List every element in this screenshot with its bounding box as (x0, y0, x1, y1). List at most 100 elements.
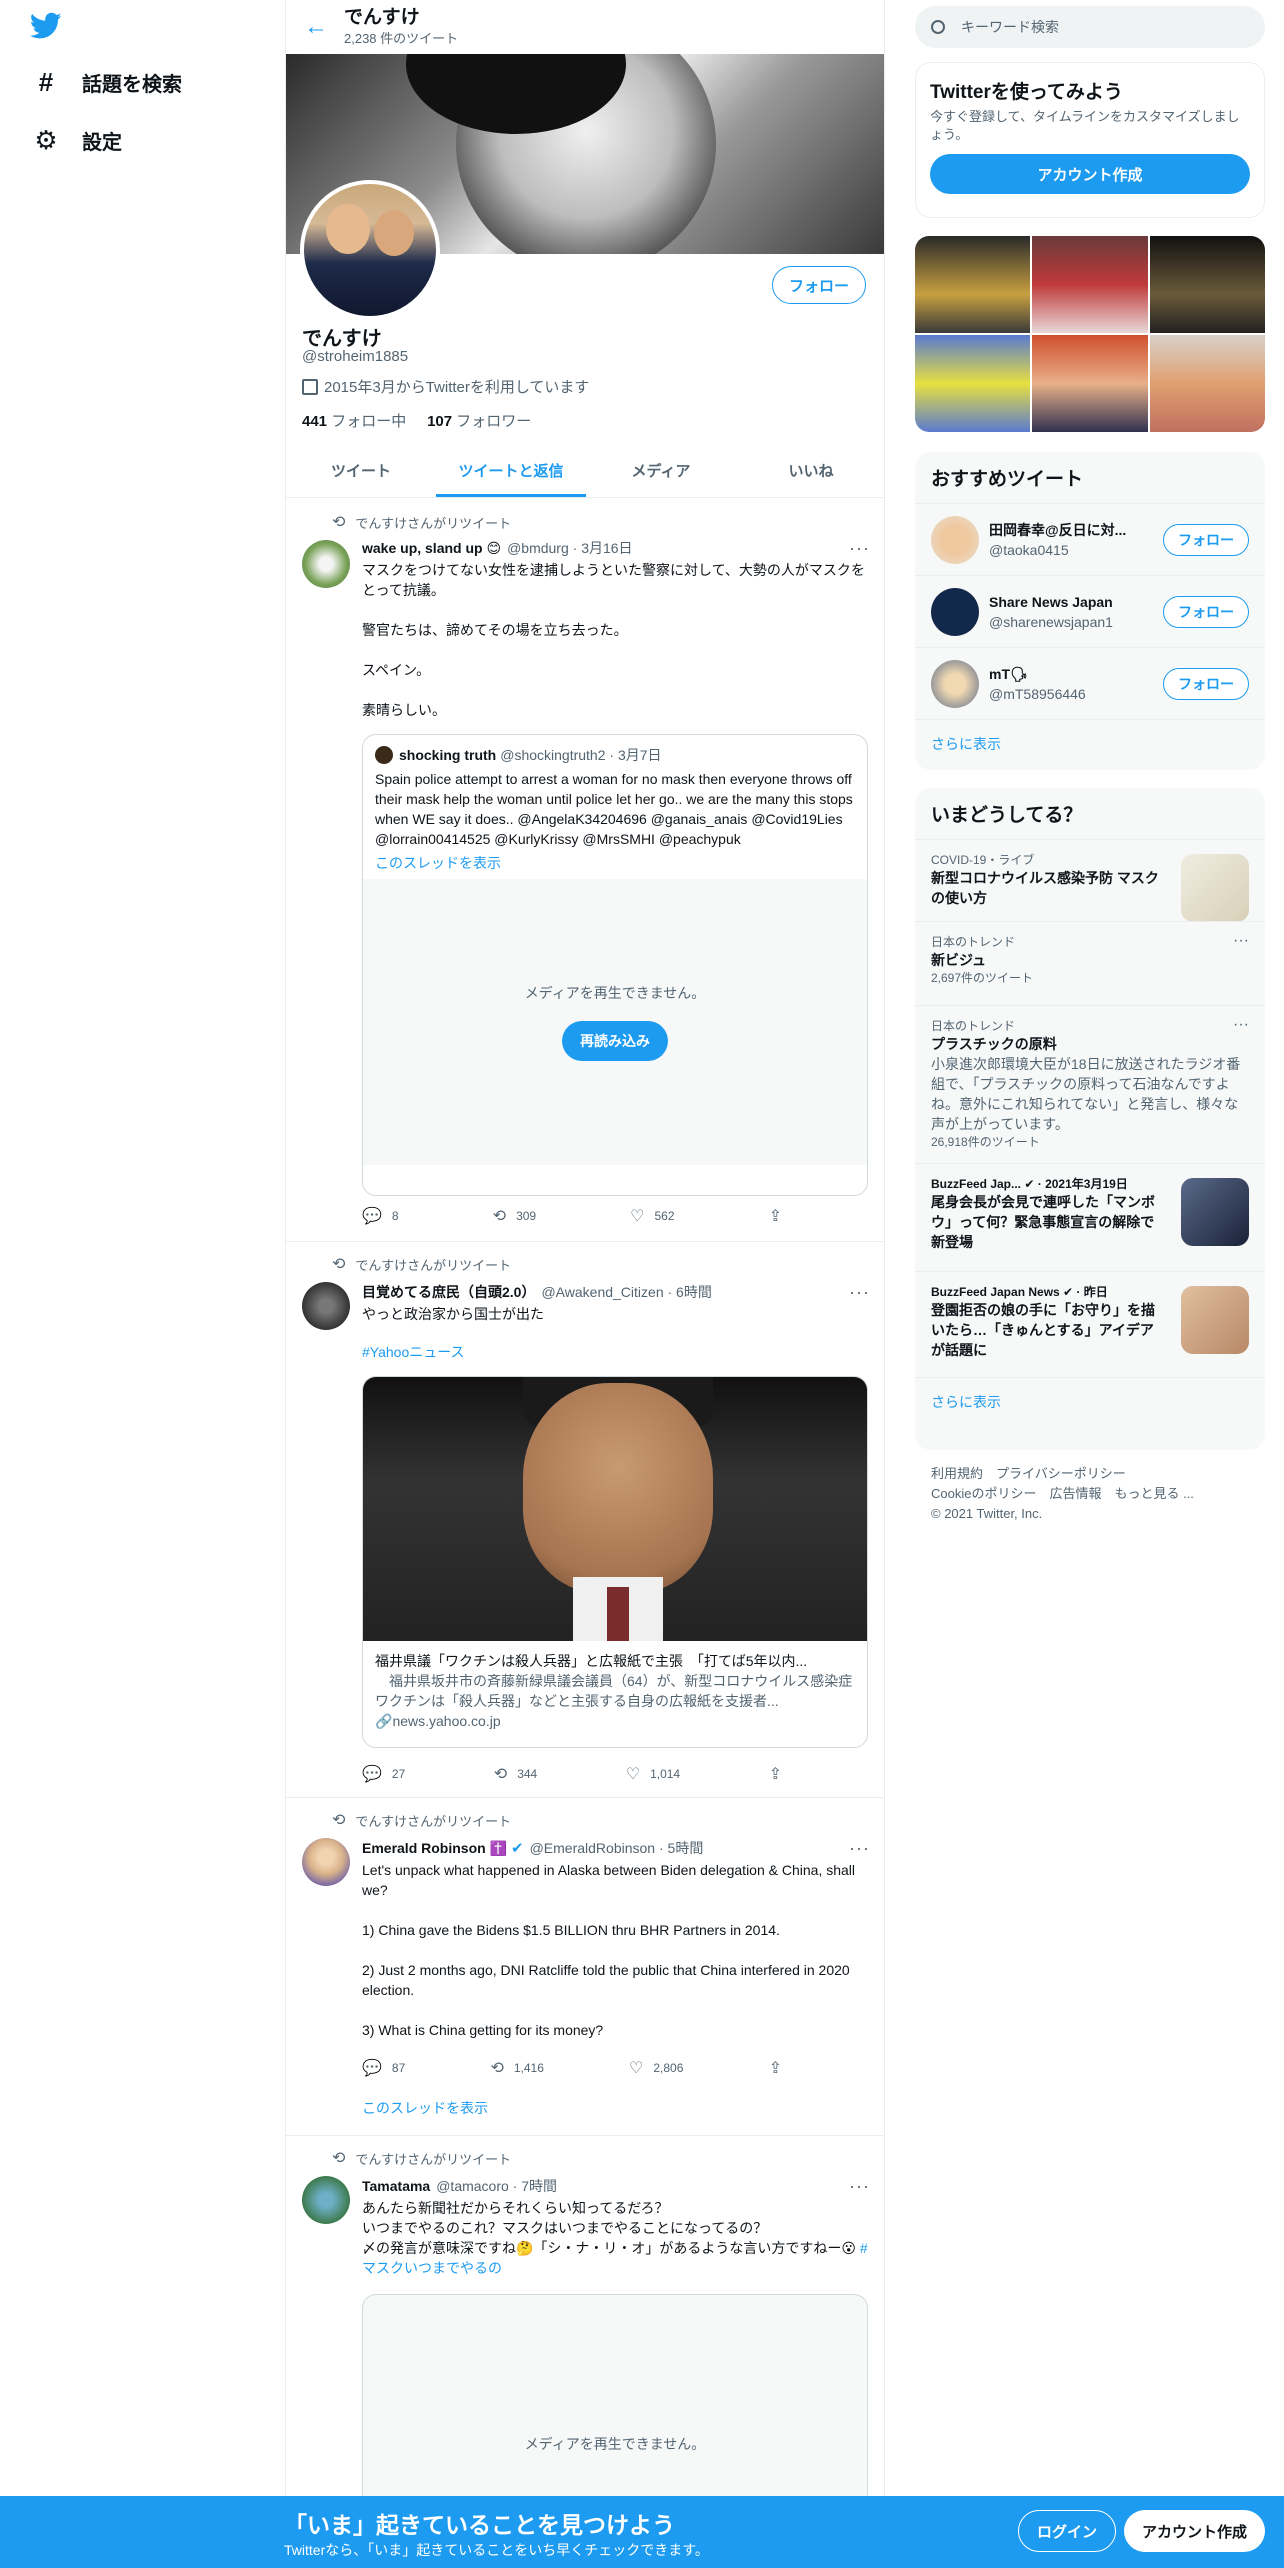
suggested-box: おすすめツイート 田岡春幸@反日に対... @taoka0415 フォロー Sha… (915, 452, 1265, 770)
tweet-text: Let's unpack what happened in Alaska bet… (362, 1862, 856, 2038)
follow-button[interactable]: フォロー (1163, 667, 1249, 700)
tweet-meta[interactable]: @Awakend_Citizen · 6時間 (541, 1282, 711, 1302)
share-button[interactable]: ⇪ (769, 1206, 792, 1226)
calendar-icon (302, 378, 318, 395)
retweet-indicator: ⟲ でんすけさんがリツイート (332, 1812, 512, 1829)
trend-item[interactable]: COVID-19・ライブ 新型コロナウイルス感染予防 マスクの使い方 (915, 839, 1265, 922)
show-thread-link[interactable]: このスレッドを表示 (362, 2098, 870, 2118)
more-icon[interactable]: ··· (1233, 932, 1249, 950)
trend-thumbnail (1181, 1286, 1249, 1354)
more-icon[interactable]: ··· (849, 1282, 870, 1303)
retweet-icon: ⟲ (493, 1766, 508, 1783)
avatar[interactable] (302, 2176, 350, 2224)
tweet-meta[interactable]: @tamacoro · 7時間 (436, 2176, 557, 2196)
trends-show-more-link[interactable]: さらに表示 (915, 1377, 1265, 1426)
tweet-author-name[interactable]: Tamatama (362, 2178, 430, 2194)
share-button[interactable]: ⇪ (769, 2058, 792, 2078)
search-input[interactable]: キーワード検索 (915, 6, 1265, 48)
footer-line[interactable]: Cookieのポリシー 広告情報 もっと見る ... (931, 1484, 1194, 1504)
nav-settings-label: 設定 (82, 131, 122, 154)
retweet-button[interactable]: ⟲ 344 (494, 1764, 537, 1784)
tweet-actions: 💬 27 ⟲ 344 ♡ 1,014 ⇪ (362, 1764, 792, 1784)
reply-button[interactable]: 💬 27 (362, 1764, 405, 1784)
retweet-button[interactable]: ⟲ 309 (493, 1206, 536, 1226)
tweet[interactable]: ⟲ でんすけさんがリツイート 目覚めてる庶民（自頭2.0） @Awakend_Ci… (286, 1242, 884, 1798)
signup-box: Twitterを使ってみよう 今すぐ登録して、タイムラインをカスタマイズしましょ… (915, 62, 1265, 218)
show-thread-link[interactable]: このスレッドを表示 (363, 849, 867, 873)
more-icon[interactable]: ··· (849, 1838, 870, 1859)
login-button[interactable]: ログイン (1018, 2510, 1117, 2552)
tweet-text: あんたら新聞社だからそれくらい知ってるだろ？ いつまでやるのこれ？マスクはいつま… (362, 2200, 868, 2276)
reload-button[interactable]: 再読み込み (562, 1021, 668, 1061)
tab-tweets-replies[interactable]: ツイートと返信 (436, 444, 586, 497)
tweet-meta[interactable]: @EmeraldRobinson · 5時間 (530, 1838, 704, 1858)
tweet-author-name[interactable]: 目覚めてる庶民（自頭2.0） (362, 1282, 535, 1302)
avatar[interactable] (302, 1282, 350, 1330)
nav-explore[interactable]: # 話題を検索 (32, 62, 182, 102)
retweet-icon: ⟲ (332, 1812, 346, 1829)
more-icon[interactable]: ··· (849, 2176, 870, 2197)
follow-button[interactable]: フォロー (1163, 523, 1249, 556)
gallery-image[interactable] (915, 236, 1031, 333)
reply-button[interactable]: 💬 87 (362, 2058, 405, 2078)
trend-item[interactable]: BuzzFeed Japan News ✔ · 昨日 登園拒否の娘の手に「お守り… (915, 1271, 1265, 1377)
reply-button[interactable]: 💬 8 (362, 1206, 399, 1226)
show-more-link[interactable]: さらに表示 (915, 719, 1265, 768)
trend-item[interactable]: BuzzFeed Jap... ✔ · 2021年3月19日 尾身会長が会見で連… (915, 1163, 1265, 1271)
avatar[interactable] (302, 540, 350, 588)
quoted-tweet[interactable]: shocking truth @shockingtruth2 · 3月7日 Sp… (362, 734, 868, 1196)
create-account-button[interactable]: アカウント作成 (930, 154, 1250, 194)
trend-item[interactable]: 日本のトレンド プラスチックの原料 小泉進次郎環境大臣が18日に放送されたラジオ… (915, 1005, 1265, 1163)
nav-settings[interactable]: ⚙ 設定 (32, 120, 122, 160)
follow-button[interactable]: フォロー (1163, 595, 1249, 628)
trends-title: いまどうしてる？ (931, 805, 1083, 826)
hashtag-link[interactable]: #Yahooニュース (362, 1342, 870, 1362)
more-icon[interactable]: ··· (1233, 1016, 1249, 1034)
gallery-image[interactable] (1032, 335, 1148, 432)
suggestion-item[interactable]: Share News Japan @sharenewsjapan1 フォロー (915, 575, 1265, 647)
tweet-author-name[interactable]: Emerald Robinson ✝️ (362, 1840, 507, 1857)
gallery-image[interactable] (915, 335, 1031, 432)
like-button[interactable]: ♡ 562 (630, 1206, 674, 1226)
link-card[interactable]: 福井県議「ワクチンは殺人兵器」と広報紙で主張 「打てば5年以内... 福井県坂井… (362, 1376, 868, 1748)
share-button[interactable]: ⇪ (769, 1764, 792, 1784)
suggestion-item[interactable]: mT🗣 @mT58956446 フォロー (915, 647, 1265, 719)
more-icon[interactable]: ··· (849, 538, 870, 559)
media-player[interactable]: メディアを再生できません。 再読み込み (363, 879, 867, 1165)
like-button[interactable]: ♡ 2,806 (629, 2058, 683, 2078)
tweet-author-name[interactable]: wake up, sland up 😊 (362, 540, 501, 557)
retweet-indicator: ⟲ でんすけさんがリツイート (332, 2150, 512, 2167)
heart-icon: ♡ (630, 1208, 645, 1225)
following-link[interactable]: 441 フォロー中 (302, 413, 406, 430)
retweet-icon: ⟲ (490, 2060, 504, 2077)
gallery-image[interactable] (1149, 335, 1265, 432)
like-button[interactable]: ♡ 1,014 (626, 1764, 680, 1784)
trend-item[interactable]: 日本のトレンド 新ビジュ 2,697件のツイート ··· (915, 921, 1265, 1005)
retweet-icon: ⟲ (492, 1208, 507, 1225)
tab-likes[interactable]: いいね (736, 444, 884, 497)
tweet[interactable]: ⟲ でんすけさんがリツイート wake up, sland up 😊 @bmdur… (286, 500, 884, 1242)
back-arrow-icon[interactable]: ← (304, 13, 344, 41)
tweet[interactable]: ⟲ でんすけさんがリツイート Emerald Robinson ✝️ ✔ @Eme… (286, 1798, 884, 2136)
twitter-logo-icon[interactable] (30, 12, 62, 40)
card-url: 🔗news.yahoo.co.jp (375, 1713, 501, 1729)
followers-link[interactable]: 107 フォロワー (427, 413, 531, 430)
gallery-image[interactable] (1032, 236, 1148, 333)
card-image (363, 1377, 867, 1641)
gear-icon: ⚙ (34, 124, 58, 155)
gallery-image[interactable] (1149, 236, 1265, 333)
retweet-button[interactable]: ⟲ 1,416 (490, 2058, 543, 2078)
quoted-text: Spain police attempt to arrest a woman f… (375, 771, 853, 847)
tab-media[interactable]: メディア (586, 444, 736, 497)
footer-line[interactable]: 利用規約 プライバシーポリシー (931, 1464, 1194, 1484)
avatar[interactable] (302, 1838, 350, 1886)
signup-title: Twitterを使ってみよう (930, 82, 1123, 103)
profile-avatar[interactable] (300, 180, 440, 320)
follow-button[interactable]: フォロー (771, 266, 866, 304)
tweet-meta[interactable]: @bmdurg · 3月16日 (507, 538, 632, 558)
tweet-actions: 💬 87 ⟲ 1,416 ♡ 2,806 ⇪ (362, 2058, 792, 2078)
tab-tweets[interactable]: ツイート (286, 444, 436, 497)
signup-button[interactable]: アカウント作成 (1124, 2510, 1266, 2552)
left-nav: # 話題を検索 ⚙ 設定 (0, 0, 284, 2568)
suggestion-item[interactable]: 田岡春幸@反日に対... @taoka0415 フォロー (915, 503, 1265, 575)
